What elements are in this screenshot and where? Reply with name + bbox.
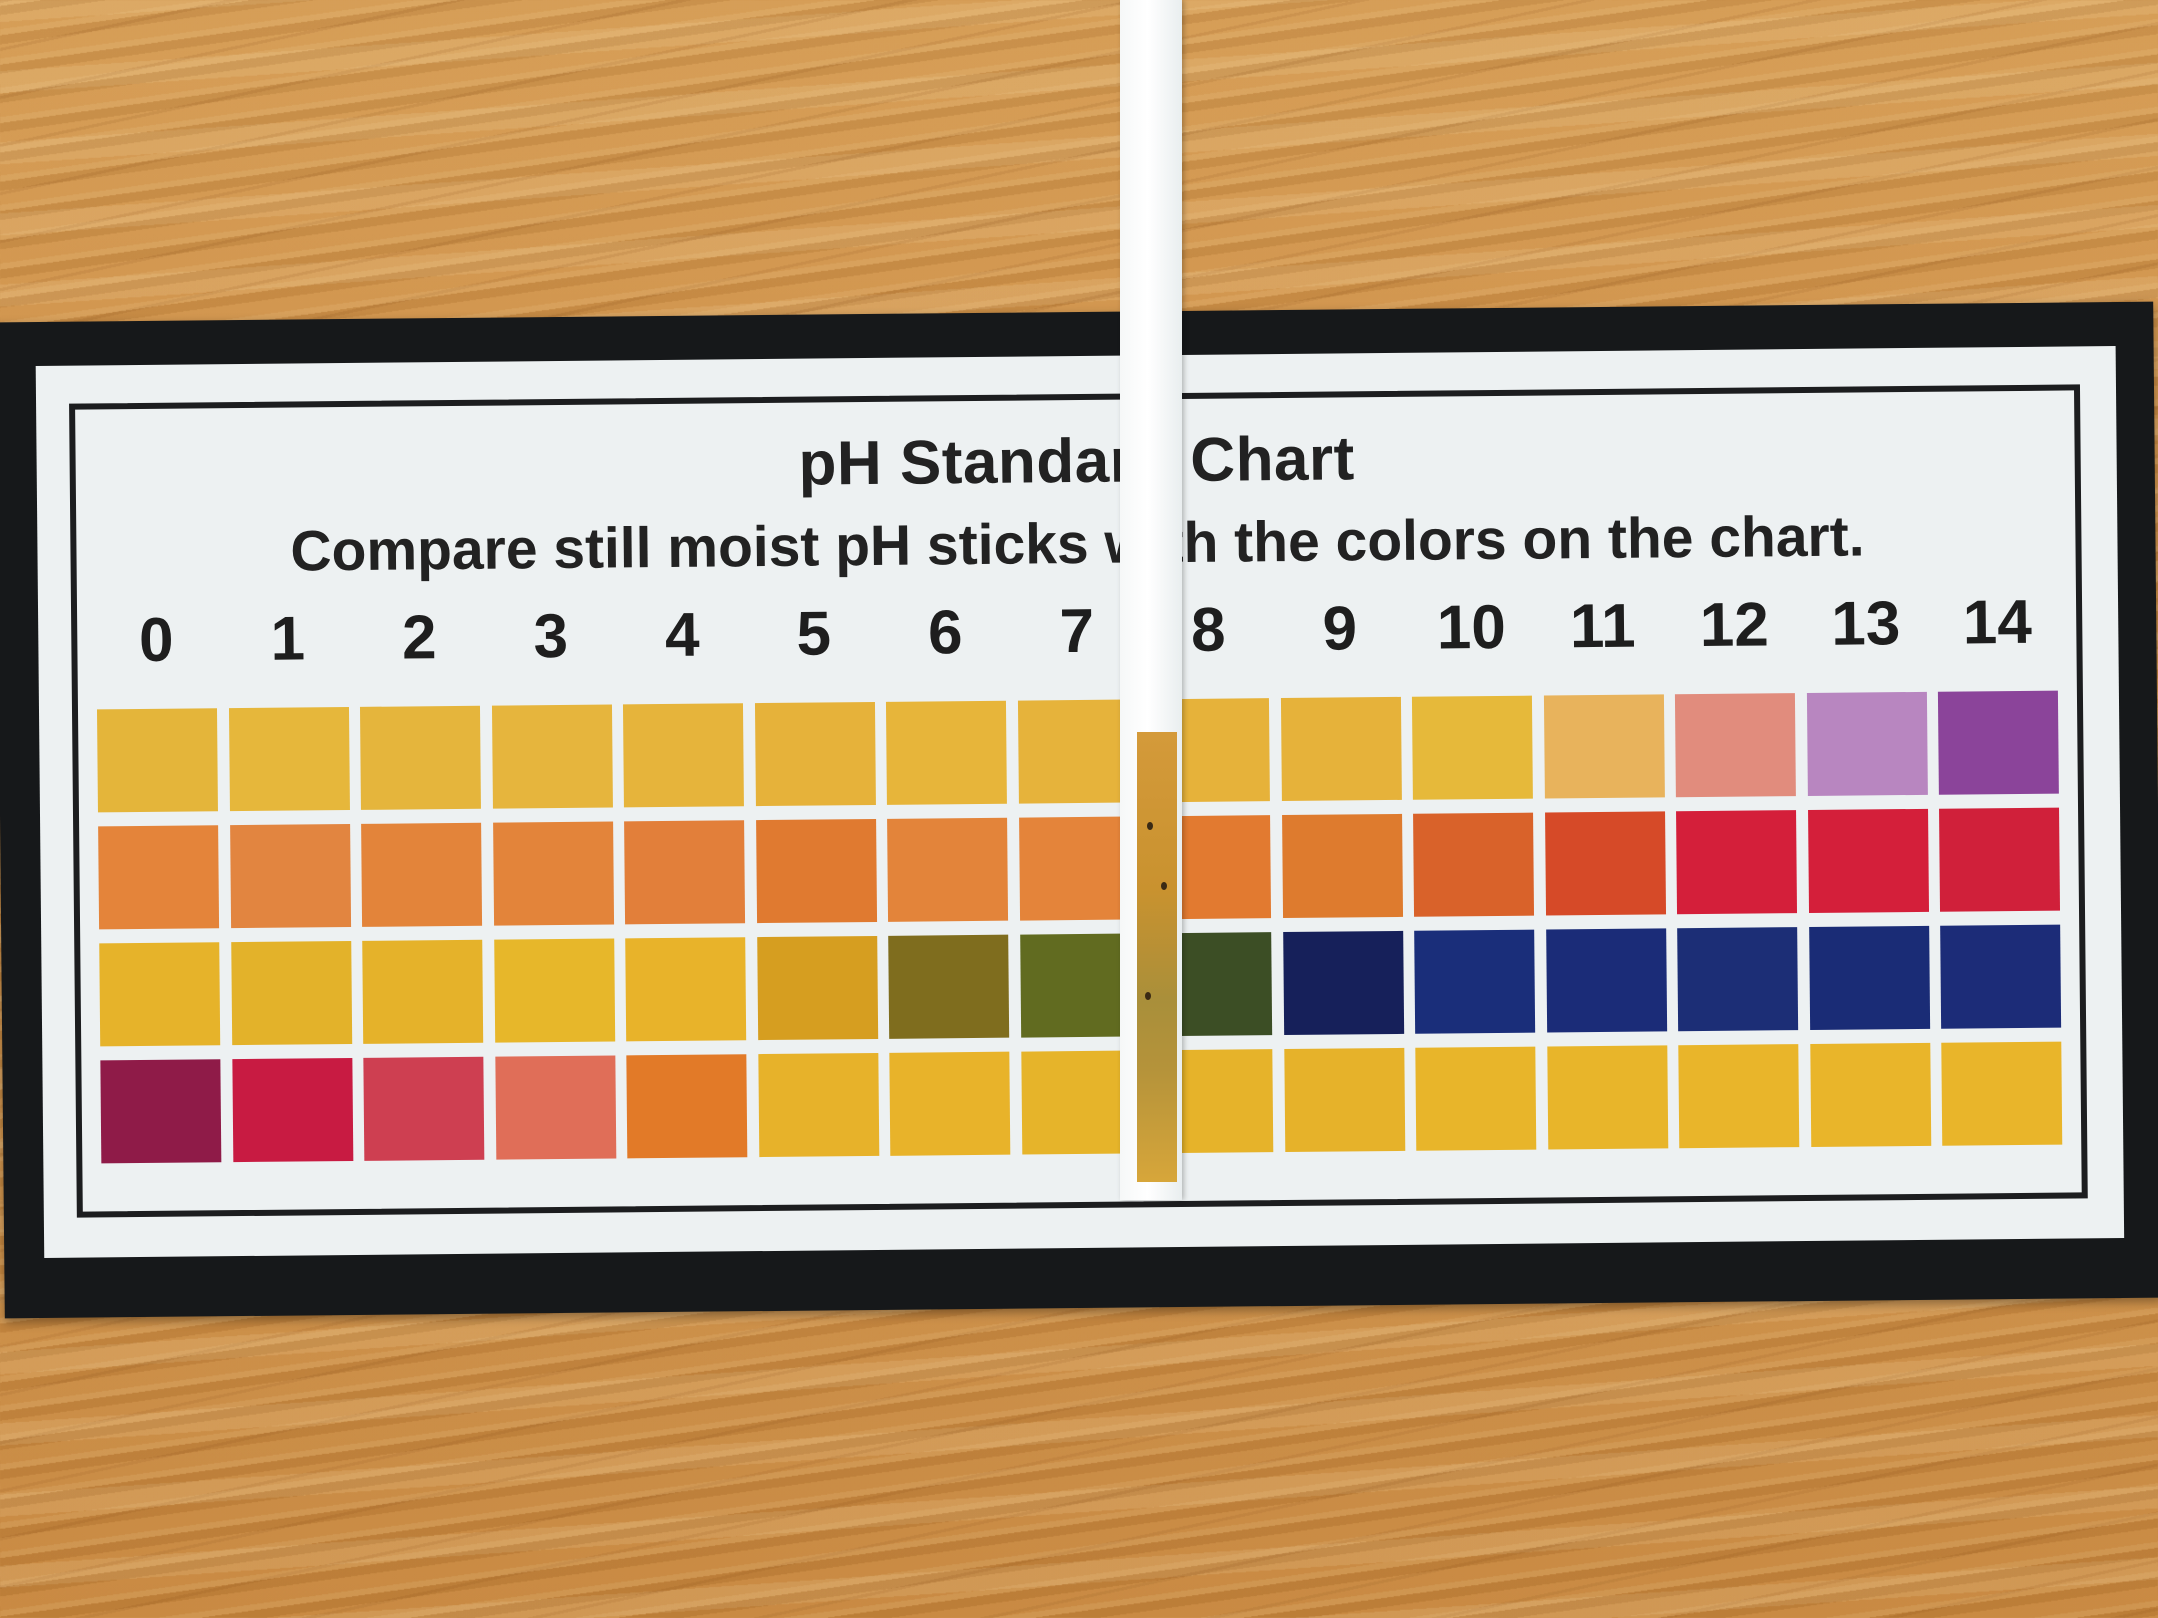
ph-label-5: 5 [796, 599, 832, 669]
color-swatch-ph-3 [492, 821, 614, 926]
color-swatch-ph-10 [1411, 695, 1533, 800]
color-swatch-ph-6 [885, 700, 1007, 805]
color-swatch-ph-4 [626, 1054, 748, 1159]
color-swatch-ph-12 [1676, 810, 1798, 915]
color-swatch-ph-6 [888, 934, 1010, 1039]
color-swatch-ph-9 [1281, 813, 1403, 919]
indicator-row-1 [96, 690, 2088, 826]
color-swatch-ph-14 [1939, 807, 2061, 912]
color-swatch-ph-6 [889, 1051, 1011, 1156]
color-swatch-ph-11 [1544, 811, 1666, 916]
color-swatch-ph-5 [755, 818, 877, 924]
card-face: pH Standard Chart Compare still moist pH… [35, 346, 2125, 1258]
color-swatch-ph-11 [1543, 694, 1665, 799]
speck [1161, 882, 1167, 890]
color-swatch-ph-9 [1282, 930, 1404, 1036]
ph-label-2: 2 [401, 603, 437, 673]
color-swatch-ph-4 [624, 820, 746, 925]
speck [1145, 992, 1151, 1000]
color-swatch-ph-0 [100, 1059, 222, 1164]
color-swatch-ph-1 [228, 707, 350, 812]
color-swatch-ph-12 [1678, 1044, 1800, 1149]
ph-label-9: 9 [1322, 594, 1358, 664]
color-swatch-ph-14 [1937, 690, 2059, 795]
ph-label-3: 3 [533, 601, 569, 672]
color-swatch-ph-0 [99, 942, 221, 1047]
color-swatch-ph-14 [1940, 924, 2062, 1029]
ph-label-0: 0 [138, 605, 174, 676]
indicator-row-2 [98, 807, 2089, 943]
ph-number-row: 0 1 2 3 4 5 6 7 8 9 10 11 12 13 14 [96, 586, 2087, 709]
ph-card: pH Standard Chart Compare still moist pH… [0, 0, 2158, 1618]
ph-label-14: 14 [1962, 587, 2033, 658]
color-swatch-ph-2 [362, 939, 484, 1044]
color-swatch-ph-10 [1414, 929, 1536, 1034]
color-swatch-ph-11 [1545, 928, 1667, 1033]
color-swatch-ph-3 [493, 938, 615, 1043]
color-swatch-ph-2 [361, 822, 483, 927]
color-swatch-ph-4 [625, 937, 747, 1042]
color-swatch-ph-10 [1413, 812, 1535, 917]
ph-label-13: 13 [1830, 589, 1901, 659]
color-swatch-ph-13 [1806, 691, 1928, 797]
color-swatch-ph-6 [887, 817, 1009, 922]
card-black-border: pH Standard Chart Compare still moist pH… [0, 301, 2158, 1319]
ph-label-11: 11 [1569, 591, 1636, 662]
color-swatch-ph-9 [1283, 1047, 1405, 1153]
ph-label-12: 12 [1699, 590, 1770, 661]
test-strip-indicator-pad [1137, 732, 1177, 1182]
color-swatch-ph-13 [1808, 925, 1930, 1030]
color-swatch-ph-9 [1280, 696, 1402, 802]
color-swatch-ph-4 [622, 703, 744, 808]
color-swatch-ph-1 [231, 1057, 353, 1163]
color-swatch-ph-11 [1546, 1045, 1668, 1150]
indicator-row-3 [99, 924, 2090, 1060]
ph-label-10: 10 [1436, 592, 1507, 663]
color-swatch-ph-3 [494, 1055, 616, 1160]
color-swatch-ph-0 [98, 825, 220, 930]
color-swatch-ph-0 [96, 708, 218, 813]
color-swatch-ph-1 [229, 824, 351, 929]
color-swatch-ph-12 [1677, 927, 1799, 1032]
color-swatch-ph-10 [1415, 1046, 1537, 1151]
color-swatch-ph-14 [1941, 1041, 2063, 1146]
color-swatch-ph-13 [1807, 808, 1929, 914]
color-swatch-ph-5 [757, 1052, 879, 1158]
color-swatch-ph-1 [230, 940, 352, 1046]
color-swatch-ph-2 [363, 1056, 485, 1161]
indicator-row-4 [100, 1041, 2091, 1177]
speck [1147, 822, 1153, 830]
color-swatch-ph-12 [1674, 693, 1796, 798]
color-swatch-ph-13 [1809, 1042, 1931, 1147]
color-swatch-ph-5 [756, 935, 878, 1041]
ph-label-1: 1 [270, 604, 306, 674]
ph-label-6: 6 [927, 598, 963, 668]
color-swatch-ph-5 [754, 701, 876, 807]
ph-color-grid: 0 1 2 3 4 5 6 7 8 9 10 11 12 13 14 [96, 586, 2091, 1177]
ph-label-4: 4 [664, 600, 700, 670]
color-swatch-ph-3 [491, 704, 613, 809]
color-swatch-ph-2 [359, 705, 481, 810]
